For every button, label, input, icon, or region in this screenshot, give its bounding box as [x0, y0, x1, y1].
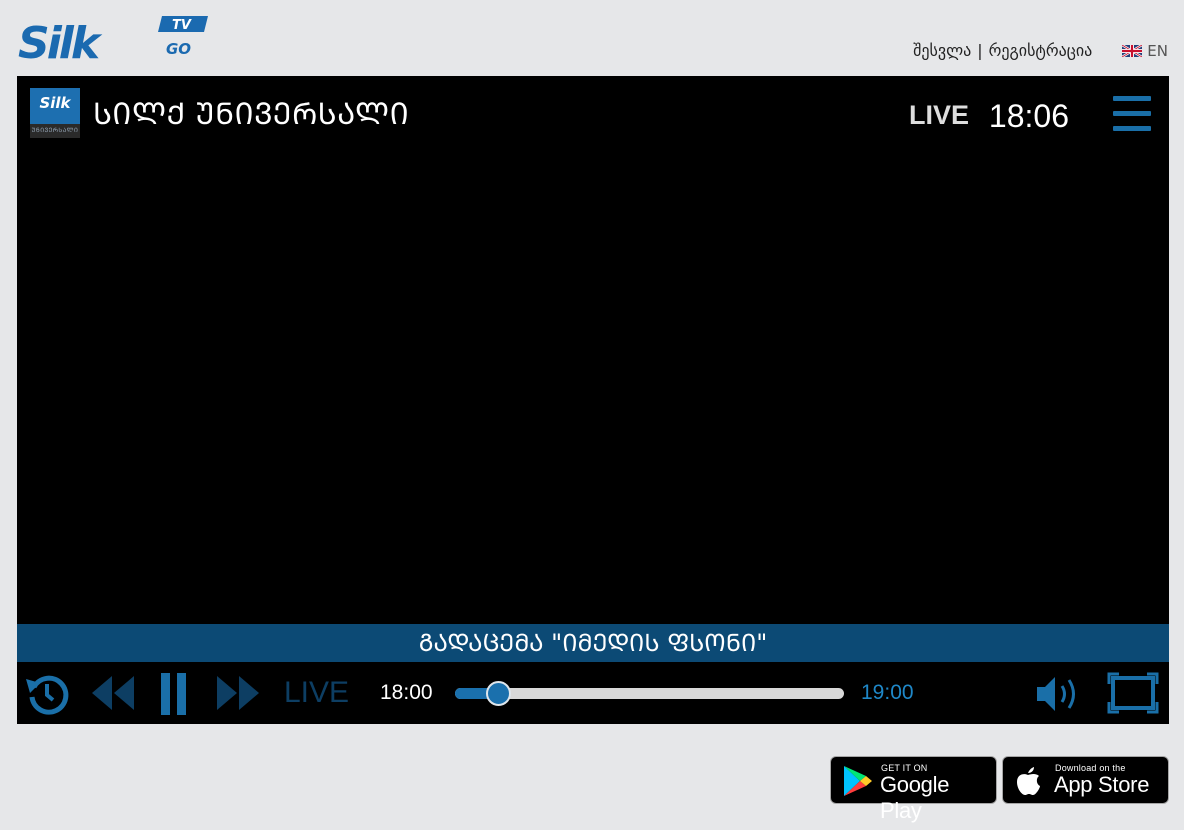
auth-links: შესვლა | რეგისტრაცია: [913, 41, 1092, 60]
fullscreen-icon[interactable]: [1107, 672, 1159, 718]
go-live-button[interactable]: LIVE: [284, 676, 349, 710]
live-indicator: LIVE: [908, 100, 969, 130]
auth-separator: |: [977, 41, 983, 60]
tv-badge-label: TV: [172, 18, 192, 33]
uk-flag-icon: [1122, 44, 1143, 57]
video-player[interactable]: Silk ᲣᲜᲘᲕᲔᲠᲡᲐᲚᲘ ᲡᲘᲚᲥ ᲣᲜᲘᲕᲔᲠᲡᲐᲚᲘ LIVE 18:…: [17, 76, 1169, 724]
rewind-icon[interactable]: [90, 674, 136, 716]
google-play-icon: [844, 766, 872, 796]
silk-tv-go-logo[interactable]: Silk TV GO: [16, 14, 212, 66]
google-play-big-text: Google Play: [880, 772, 950, 823]
channel-name: ᲡᲘᲚᲥ ᲣᲜᲘᲕᲔᲠᲡᲐᲚᲘ: [93, 97, 410, 132]
program-start-time: 18:00: [380, 681, 433, 704]
language-label: EN: [1147, 41, 1168, 60]
app-store-badge[interactable]: Download on the App Store: [1002, 756, 1169, 804]
pause-icon[interactable]: [159, 671, 189, 721]
fast-forward-icon[interactable]: [215, 674, 261, 716]
progress-handle[interactable]: [485, 681, 511, 706]
restart-icon[interactable]: [24, 671, 70, 721]
language-switcher[interactable]: EN: [1122, 42, 1168, 60]
header-actions: შესვლა | რეგისტრაცია EN: [913, 41, 1168, 60]
progress-slider[interactable]: [455, 681, 844, 706]
channel-logo-subtext: ᲣᲜᲘᲕᲔᲠᲡᲐᲚᲘ: [30, 124, 80, 138]
program-title: ᲒᲐᲓᲐᲪᲔᲛᲐ "ᲘᲛᲔᲓᲘᲡ ᲤᲡᲝᲜᲘ": [17, 624, 1169, 662]
app-store-big-text: App Store: [1054, 772, 1150, 797]
register-link[interactable]: რეგისტრაცია: [989, 41, 1093, 60]
volume-icon[interactable]: [1035, 674, 1083, 718]
logo-wordmark: Silk: [18, 18, 103, 66]
menu-icon[interactable]: [1113, 96, 1151, 132]
go-label: GO: [166, 40, 191, 58]
google-play-badge[interactable]: GET IT ON Google Play: [830, 756, 997, 823]
login-link[interactable]: შესვლა: [913, 41, 971, 60]
player-controls: LIVE 18:00 19:00: [17, 662, 1169, 724]
current-time: 18:06: [988, 98, 1069, 134]
channel-logo: Silk ᲣᲜᲘᲕᲔᲠᲡᲐᲚᲘ: [30, 88, 80, 138]
apple-icon: [1017, 767, 1040, 795]
channel-logo-text: Silk: [39, 94, 71, 112]
program-end-time: 19:00: [861, 681, 914, 704]
